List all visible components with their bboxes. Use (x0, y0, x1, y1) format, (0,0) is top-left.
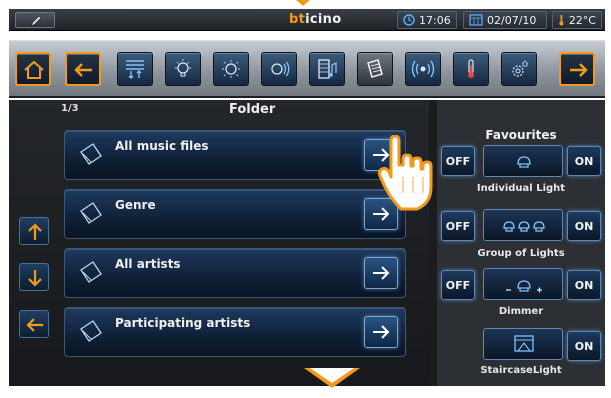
clock-icon (403, 14, 415, 26)
status-bar: bticino 17:06 02/07/10 22°C (9, 9, 605, 31)
dimmer-on-button[interactable]: ON (567, 270, 601, 300)
settings-button[interactable] (501, 52, 537, 86)
page-down-arrow-inner (310, 368, 354, 383)
folder-title: Folder (229, 102, 276, 117)
main-toolbar (9, 40, 605, 98)
group-lights-on-button[interactable]: ON (567, 211, 601, 241)
individual-light-on-button[interactable]: ON (567, 146, 601, 176)
automation-button[interactable] (261, 52, 297, 86)
list-item-all-music-files[interactable]: All music files (64, 130, 406, 180)
gear-house-icon (512, 60, 529, 77)
music-docs-button[interactable] (357, 52, 393, 86)
folder-docs-icon (80, 143, 102, 165)
main-panel: 1/3 Folder All music files Genre All art… (9, 100, 605, 386)
time-display[interactable]: 17:06 (397, 11, 457, 29)
thermometer-small-icon (559, 14, 564, 26)
video-icon (318, 59, 337, 79)
shutter-icon (271, 61, 290, 77)
time-text: 17:06 (419, 13, 451, 27)
individual-light-label: Individual Light (476, 183, 566, 194)
staircase-light-icon (514, 335, 534, 352)
forward-arrow-icon (570, 63, 588, 77)
list-item-participating-artists[interactable]: Participating artists (64, 307, 406, 357)
staircase-light-display[interactable] (483, 328, 563, 360)
open-all-artists-button[interactable] (364, 257, 398, 289)
list-item-genre[interactable]: Genre (64, 189, 406, 239)
favourites-panel: Favourites OFF ON Individual Light OFF O… (437, 100, 605, 386)
folder-back-button[interactable] (19, 310, 49, 338)
arrow-right-icon (373, 325, 390, 339)
individual-light-off-button[interactable]: OFF (441, 146, 475, 176)
pen-button[interactable] (15, 12, 55, 28)
pen-icon (30, 15, 42, 27)
brand-logo: bticino (289, 12, 342, 27)
group-lights-display[interactable] (483, 209, 563, 241)
group-lights-icon (503, 221, 545, 232)
list-item-all-artists[interactable]: All artists (64, 248, 406, 298)
date-display[interactable]: 02/07/10 (463, 11, 547, 29)
list-item-label: Genre (115, 198, 156, 212)
scroll-down-button[interactable] (19, 263, 49, 291)
wireless-icon (411, 60, 435, 78)
arrow-down-icon (28, 270, 42, 287)
individual-light-display[interactable] (483, 145, 563, 177)
staircase-light-label: StaircaseLight (480, 365, 562, 376)
top-notch (296, 0, 310, 6)
scroll-up-button[interactable] (19, 217, 49, 245)
wireless-button[interactable] (405, 52, 441, 86)
list-item-label: All artists (115, 257, 181, 271)
thermometer-icon (468, 59, 474, 78)
arrow-up-icon (28, 223, 42, 240)
dimmer-off-button[interactable]: OFF (441, 270, 475, 300)
lightbulb-icon (175, 59, 191, 77)
folder-docs-icon (80, 261, 102, 283)
arrow-left-icon (26, 318, 43, 332)
touchscreen-app: bticino 17:06 02/07/10 22°C 1/3 Folder A… (0, 0, 611, 398)
lighting-button[interactable] (165, 52, 201, 86)
home-icon (24, 60, 44, 79)
staircase-light-on-button[interactable]: ON (567, 331, 601, 361)
dimmer-icon (506, 280, 542, 293)
favourites-title: Favourites (485, 128, 557, 142)
page-indicator: 1/3 (61, 103, 79, 114)
forward-button[interactable] (559, 52, 595, 86)
menu-list-icon (126, 60, 144, 79)
folder-docs-icon (80, 320, 102, 342)
arrow-right-icon (373, 266, 390, 280)
list-item-label: Participating artists (115, 316, 251, 330)
video-button[interactable] (309, 52, 345, 86)
temperature-display[interactable]: 22°C (552, 11, 602, 29)
dimmer-display[interactable] (483, 268, 563, 300)
light-icon (517, 156, 531, 168)
group-lights-label: Group of Lights (477, 248, 565, 259)
home-button[interactable] (15, 52, 51, 86)
folder-panel: 1/3 Folder All music files Genre All art… (9, 100, 429, 386)
menu-list-button[interactable] (117, 52, 153, 86)
back-arrow-icon (74, 63, 92, 77)
group-lights-off-button[interactable]: OFF (441, 211, 475, 241)
list-item-label: All music files (115, 139, 209, 153)
folder-docs-icon (80, 202, 102, 224)
sun-icon (222, 60, 240, 78)
temperature-button[interactable] (453, 52, 489, 86)
date-text: 02/07/10 (487, 13, 537, 27)
scenarios-button[interactable] (213, 52, 249, 86)
calendar-icon (469, 14, 483, 26)
music-docs-icon (367, 59, 383, 78)
hand-pointer-icon (377, 135, 433, 211)
open-participating-artists-button[interactable] (364, 316, 398, 348)
back-button[interactable] (65, 52, 101, 86)
temperature-text: 22°C (568, 13, 596, 27)
dimmer-label: Dimmer (498, 306, 544, 317)
